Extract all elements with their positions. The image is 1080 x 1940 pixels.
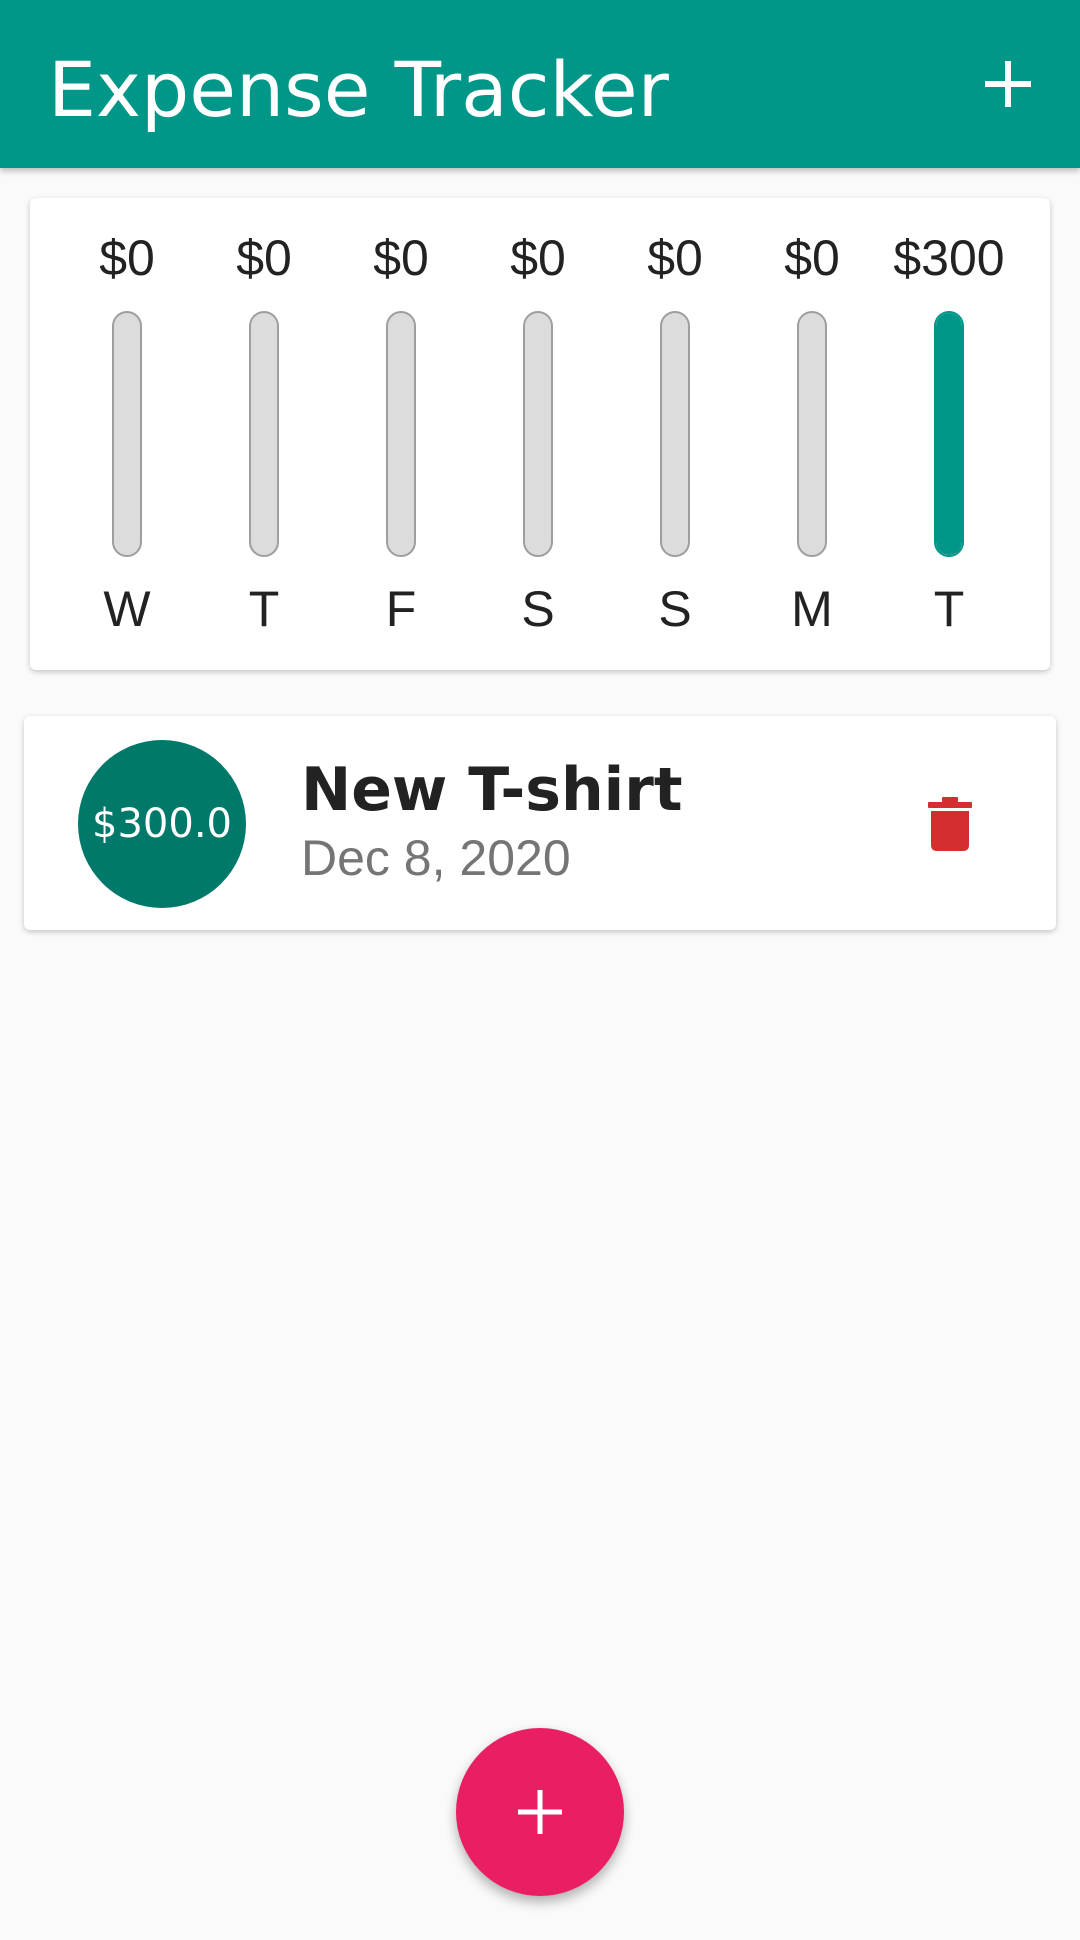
chart-day-label: T (933, 581, 965, 637)
weekly-chart-card: $0 W $0 T $0 F $0 S $0 S $0 M $300 T (30, 198, 1050, 670)
chart-day-label: S (521, 581, 555, 637)
transaction-date: Dec 8, 2020 (301, 830, 571, 886)
chart-bar (386, 311, 416, 557)
chart-bar-fill (936, 313, 962, 555)
chart-day-label: F (385, 581, 417, 637)
chart-day-label: S (658, 581, 692, 637)
chart-bar (249, 311, 279, 557)
trash-icon (928, 797, 972, 851)
chart-bar (934, 311, 964, 557)
chart-column: $0 M (747, 198, 877, 670)
transaction-title: New T-shirt (301, 755, 683, 825)
chart-day-label: T (248, 581, 280, 637)
plus-icon (985, 61, 1031, 107)
transaction-amount: $300.0 (92, 801, 232, 847)
chart-column: $0 S (473, 198, 603, 670)
app-bar: Expense Tracker (0, 0, 1080, 168)
transaction-amount-avatar: $300.0 (78, 740, 246, 908)
chart-bar (660, 311, 690, 557)
chart-column: $0 T (199, 198, 329, 670)
chart-bar (112, 311, 142, 557)
chart-column: $0 W (62, 198, 192, 670)
transaction-card: $300.0 New T-shirt Dec 8, 2020 (24, 716, 1056, 930)
chart-day-label: W (103, 581, 151, 637)
add-transaction-button[interactable] (968, 40, 1048, 128)
chart-column: $0 S (610, 198, 740, 670)
add-fab-button[interactable] (456, 1728, 624, 1896)
chart-amount-label: $300 (893, 230, 1005, 286)
chart-bar (523, 311, 553, 557)
chart-bar (797, 311, 827, 557)
app-title: Expense Tracker (48, 45, 669, 134)
chart-column: $0 F (336, 198, 466, 670)
chart-column: $300 T (884, 198, 1014, 670)
delete-transaction-button[interactable] (904, 778, 996, 870)
plus-icon (518, 1790, 562, 1834)
chart-day-label: M (791, 581, 833, 637)
